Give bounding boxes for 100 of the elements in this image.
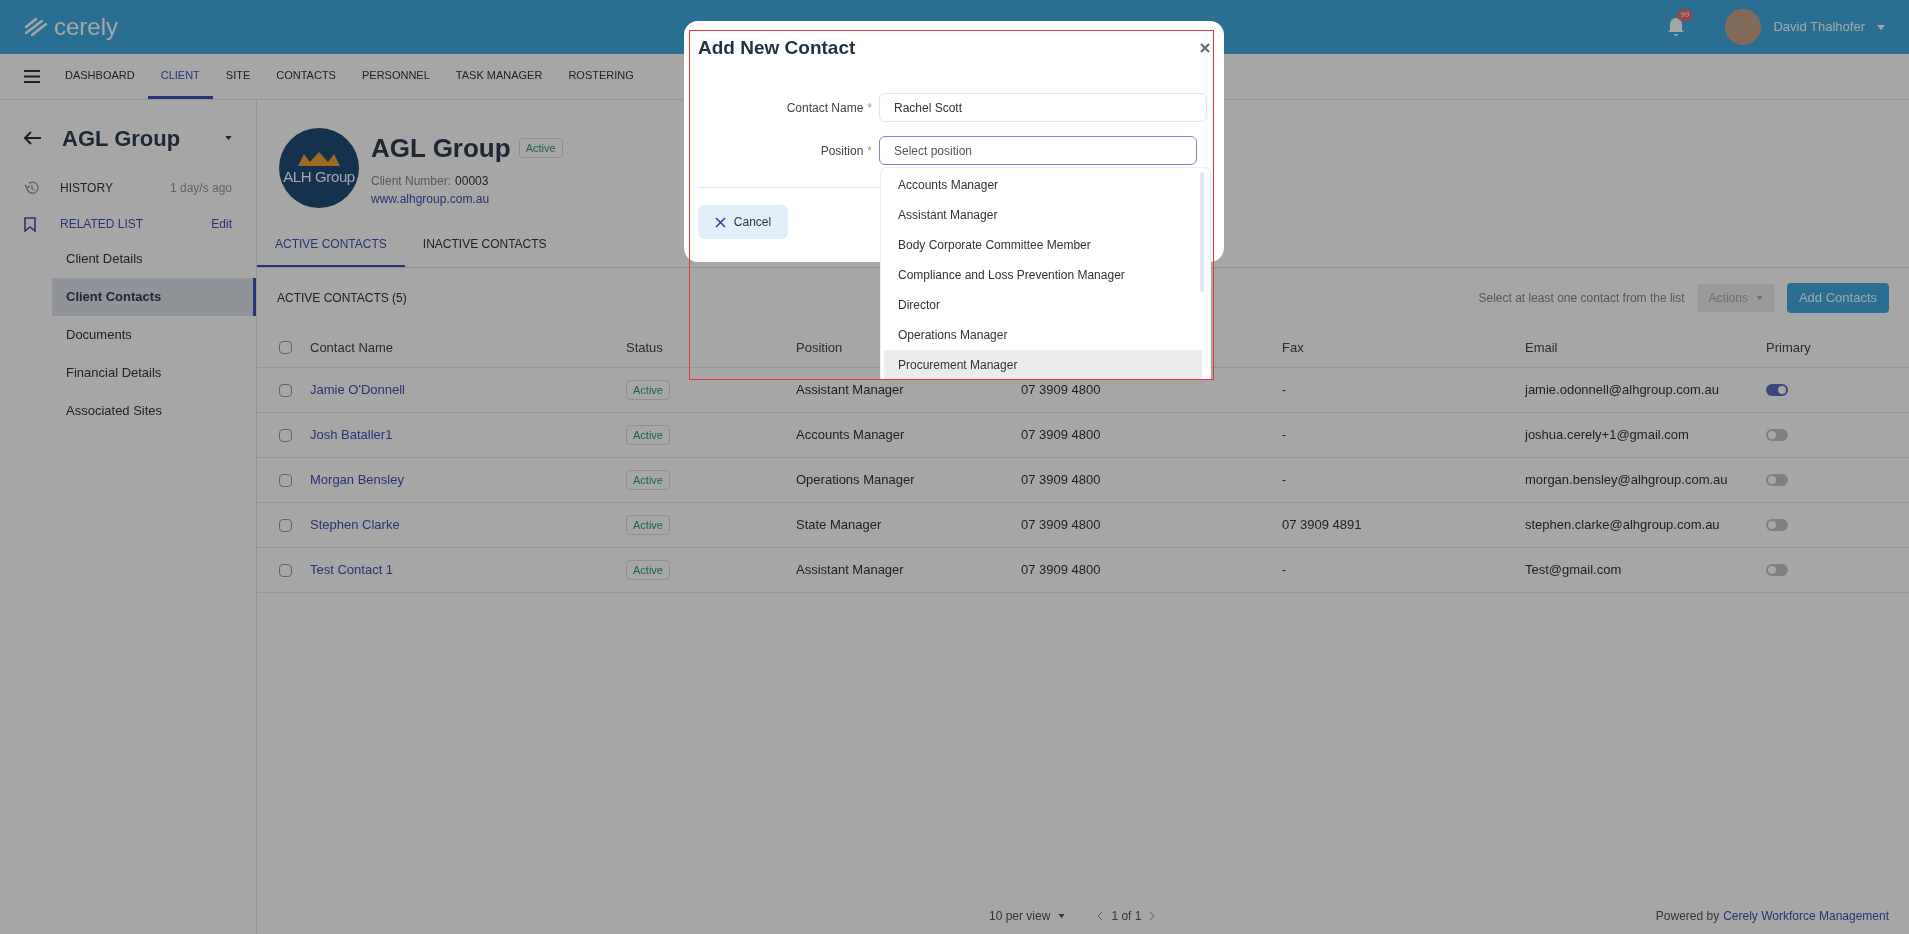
- primary-toggle[interactable]: [1766, 384, 1788, 396]
- cancel-button[interactable]: Cancel: [698, 205, 788, 239]
- nav-tab[interactable]: CLIENT: [147, 54, 213, 99]
- section-title: ACTIVE CONTACTS (5): [277, 290, 407, 307]
- related-list-item[interactable]: Associated Sites: [52, 392, 256, 430]
- row-checkbox[interactable]: [279, 473, 292, 487]
- nav-tab[interactable]: TASK MANAGER: [442, 54, 556, 99]
- row-checkbox[interactable]: [279, 563, 292, 577]
- table-cell-text: Assistant Manager: [796, 561, 904, 580]
- contact-name-field[interactable]: Rachel Scott: [879, 93, 1207, 122]
- field-label: Position: [820, 142, 864, 160]
- dropdown-option[interactable]: Procurement Manager: [884, 350, 1202, 379]
- logo-icon: [24, 17, 50, 37]
- column-header: Fax: [1282, 338, 1304, 357]
- contact-name-link[interactable]: Stephen Clarke: [310, 515, 400, 535]
- column-header: Contact Name: [310, 338, 394, 357]
- row-checkbox[interactable]: [279, 383, 292, 397]
- per-view-select[interactable]: 10 per view: [989, 907, 1066, 925]
- related-list-item[interactable]: Documents: [52, 316, 256, 354]
- table-cell-text: 07 3909 4800: [1021, 381, 1101, 400]
- nav-tab[interactable]: SITE: [212, 54, 264, 99]
- logo-text: ALH Group: [283, 168, 355, 186]
- related-list-item[interactable]: Client Contacts: [52, 278, 256, 316]
- primary-toggle[interactable]: [1766, 429, 1788, 441]
- primary-toggle[interactable]: [1766, 519, 1788, 531]
- contacts-tab[interactable]: ACTIVE CONTACTS: [257, 222, 405, 267]
- table-cell-text: Accounts Manager: [796, 426, 905, 445]
- table-cell-text: 07 3909 4800: [1021, 471, 1101, 490]
- required-mark: *: [867, 99, 872, 117]
- primary-toggle[interactable]: [1766, 474, 1788, 486]
- history-time: 1 day/s ago: [169, 180, 232, 197]
- powered-by-link[interactable]: Cerely Workforce Management: [1723, 907, 1889, 925]
- column-header: Status: [626, 338, 663, 357]
- client-name: AGL Group: [371, 131, 511, 165]
- notification-badge: 99: [1677, 9, 1693, 21]
- position-select[interactable]: Select position: [879, 136, 1197, 165]
- table-cell-text: -: [1282, 381, 1287, 400]
- contact-name-link[interactable]: Josh Bataller1: [310, 425, 393, 445]
- caret-icon[interactable]: [225, 136, 232, 140]
- selection-hint: Select at least one contact from the list: [1478, 290, 1685, 307]
- status-badge: Active: [518, 137, 563, 159]
- table-cell-text: State Manager: [796, 516, 882, 535]
- primary-toggle[interactable]: [1766, 564, 1788, 576]
- contacts-tab[interactable]: INACTIVE CONTACTS: [404, 222, 565, 267]
- contact-name-link[interactable]: Jamie O'Donnell: [310, 380, 405, 400]
- row-checkbox[interactable]: [279, 428, 292, 442]
- chevron-left-icon[interactable]: [1097, 911, 1104, 921]
- menu-icon[interactable]: [24, 70, 40, 83]
- close-icon: [714, 216, 726, 228]
- status-badge: Active: [626, 379, 670, 401]
- nav-tab[interactable]: PERSONNEL: [348, 54, 443, 99]
- table-cell-text: morgan.bensley@alhgroup.com.au: [1525, 471, 1728, 490]
- website-link[interactable]: www.alhgroup.com.au: [371, 189, 563, 208]
- bookmark-icon: [24, 216, 36, 232]
- logo: cerely: [54, 12, 119, 42]
- status-badge: Active: [626, 469, 670, 491]
- table-cell-text: 07 3909 4800: [1021, 516, 1101, 535]
- column-header: Primary: [1766, 338, 1811, 357]
- bell-icon[interactable]: [1667, 17, 1686, 37]
- history-icon: [24, 180, 40, 196]
- nav-tab[interactable]: DASHBOARD: [52, 54, 148, 99]
- table-cell-text: Test@gmail.com: [1525, 561, 1622, 580]
- crown-icon: [296, 150, 342, 168]
- caret-icon: [1755, 296, 1763, 300]
- required-mark: *: [867, 142, 872, 160]
- edit-link[interactable]: Edit: [211, 215, 232, 233]
- nav-tab[interactable]: CONTACTS: [263, 54, 349, 99]
- table-cell-text: -: [1282, 471, 1287, 490]
- related-list-label: RELATED LIST: [60, 216, 144, 233]
- select-all-checkbox[interactable]: [279, 341, 292, 354]
- table-cell-text: 07 3909 4800: [1021, 561, 1101, 580]
- page-indicator: 1 of 1: [1111, 908, 1142, 925]
- column-header: Email: [1525, 338, 1558, 357]
- nav-tab[interactable]: ROSTERING: [555, 54, 647, 99]
- table-cell-text: stephen.clarke@alhgroup.com.au: [1525, 516, 1720, 535]
- table-cell-text: joshua.cerely+1@gmail.com: [1525, 426, 1689, 445]
- column-header: Position: [796, 338, 843, 357]
- status-badge: Active: [626, 514, 670, 536]
- field-label: Contact Name: [786, 99, 864, 117]
- table-cell-text: Assistant Manager: [796, 381, 904, 400]
- table-cell-text: -: [1282, 561, 1287, 580]
- related-list-item[interactable]: Client Details: [52, 240, 256, 278]
- client-title: AGL Group: [62, 124, 181, 153]
- status-badge: Active: [626, 559, 670, 581]
- history-label[interactable]: HISTORY: [60, 179, 113, 197]
- back-arrow-icon[interactable]: [24, 131, 42, 145]
- table-cell-text: 07 3909 4800: [1021, 426, 1101, 445]
- chevron-right-icon[interactable]: [1149, 911, 1156, 921]
- dialog-title: Add New Contact: [698, 35, 856, 60]
- powered-by-text: Powered by: [1655, 908, 1720, 925]
- caret-icon: [1058, 914, 1066, 918]
- contact-name-link[interactable]: Morgan Bensley: [310, 470, 404, 490]
- row-checkbox[interactable]: [279, 518, 292, 532]
- table-cell-text: -: [1282, 426, 1287, 445]
- status-badge: Active: [626, 424, 670, 446]
- related-list-item[interactable]: Financial Details: [52, 354, 256, 392]
- contact-name-link[interactable]: Test Contact 1: [310, 560, 394, 580]
- client-number: 00003: [455, 172, 489, 190]
- table-cell-text: jamie.odonnell@alhgroup.com.au: [1525, 381, 1719, 400]
- close-icon[interactable]: [1200, 43, 1210, 53]
